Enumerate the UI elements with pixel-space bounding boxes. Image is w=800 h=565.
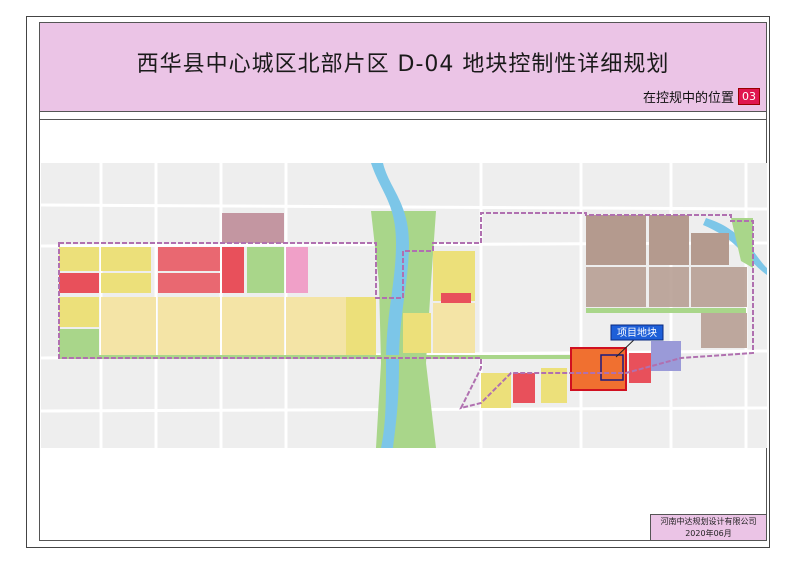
sheet-frame: 西华县中心城区北部片区 D-04 地块控制性详细规划 在控规中的位置 03 项目… bbox=[39, 22, 767, 541]
footer-band: 河南中达规划设计有限公司 2020年06月 bbox=[650, 514, 766, 540]
sheet-subtitle: 在控规中的位置 bbox=[642, 91, 734, 106]
planning-map: 项目地块 bbox=[41, 163, 767, 448]
title-band: 西华县中心城区北部片区 D-04 地块控制性详细规划 在控规中的位置 03 bbox=[40, 23, 766, 112]
sheet-subtitle-row: 在控规中的位置 03 bbox=[643, 87, 760, 106]
company-name: 河南中达规划设计有限公司 bbox=[660, 517, 757, 526]
callout-label: 项目地块 bbox=[617, 326, 657, 339]
sheet-title: 西华县中心城区北部片区 D-04 地块控制性详细规划 bbox=[136, 52, 670, 77]
public-facility-block bbox=[651, 341, 681, 371]
header-divider bbox=[40, 119, 766, 120]
sheet-number-badge: 03 bbox=[738, 88, 760, 105]
issue-date: 2020年06月 bbox=[685, 529, 732, 538]
